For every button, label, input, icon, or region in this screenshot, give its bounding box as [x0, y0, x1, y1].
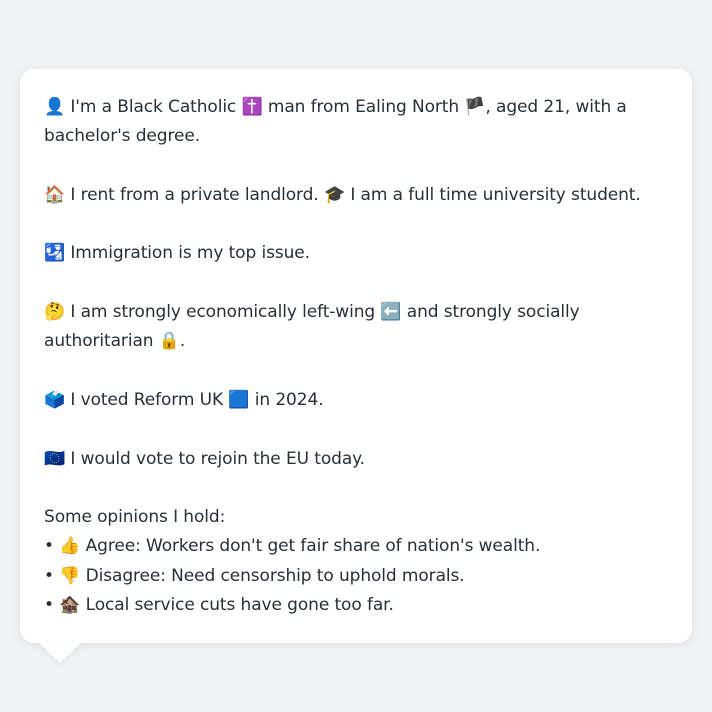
vote-paragraph: 🗳️ I voted Reform UK 🟦 in 2024.: [44, 386, 672, 415]
vote-text-a: I voted Reform UK: [70, 389, 224, 410]
politics-text-c: .: [179, 331, 186, 352]
issue-text: Immigration is my top issue.: [70, 243, 310, 264]
opinion-text: Disagree: Need censorship to uphold mora…: [85, 565, 465, 586]
list-item: • 👍 Agree: Workers don't get fair share …: [44, 532, 672, 561]
list-item: • 👎 Disagree: Need censorship to uphold …: [44, 562, 672, 591]
opinions-section: Some opinions I hold: • 👍 Agree: Workers…: [44, 503, 672, 620]
list-item: • 🏚️ Local service cuts have gone too fa…: [44, 591, 672, 620]
bullet: •: [44, 565, 54, 586]
persona-message-bubble: 👤 I'm a Black Catholic ✝️ man from Ealin…: [20, 69, 692, 643]
ballot-box-icon: 🗳️: [44, 389, 66, 410]
bio-text-b: man from Ealing North: [267, 97, 460, 117]
opinion-text: Agree: Workers don't get fair share of n…: [85, 536, 541, 557]
graduation-cap-icon: 🎓: [323, 184, 346, 205]
bio-paragraph: 👤 I'm a Black Catholic ✝️ man from Ealin…: [44, 93, 672, 152]
housing-text-b: I am a full time university student.: [350, 184, 641, 205]
eu-text: I would vote to rejoin the EU today.: [70, 448, 365, 469]
housing-paragraph: 🏠 I rent from a private landlord. 🎓 I am…: [44, 181, 672, 210]
bullet: •: [44, 595, 54, 616]
thumbs-down-icon: 👎: [59, 565, 81, 586]
house-icon: 🏠: [44, 184, 66, 205]
england-flag-icon: 🏴: [464, 97, 486, 117]
eu-paragraph: 🇪🇺 I would vote to rejoin the EU today.: [44, 445, 672, 474]
opinion-text: Local service cuts have gone too far.: [85, 595, 394, 616]
thinking-face-icon: 🤔: [44, 302, 66, 323]
issue-paragraph: 🛂 Immigration is my top issue.: [44, 239, 672, 268]
opinions-list: • 👍 Agree: Workers don't get fair share …: [44, 532, 672, 620]
bullet: •: [44, 536, 54, 557]
politics-paragraph: 🤔 I am strongly economically left-wing ⬅…: [44, 298, 672, 357]
opinions-heading: Some opinions I hold:: [44, 507, 226, 528]
politics-text-a: I am strongly economically left-wing: [70, 302, 376, 323]
eu-flag-icon: 🇪🇺: [44, 448, 66, 469]
person-icon: 👤: [44, 97, 66, 117]
bubble-tail: [38, 642, 82, 663]
blue-square-icon: 🟦: [228, 389, 250, 410]
cross-icon: ✝️: [241, 97, 263, 117]
bio-text-a: I'm a Black Catholic: [70, 97, 237, 117]
derelict-house-icon: 🏚️: [59, 595, 81, 616]
vote-text-b: in 2024.: [254, 389, 324, 410]
lock-icon: 🔒: [158, 331, 180, 352]
thumbs-up-icon: 👍: [59, 536, 81, 557]
passport-control-icon: 🛂: [44, 243, 66, 264]
housing-text-a: I rent from a private landlord.: [70, 184, 319, 205]
left-arrow-icon: ⬅️: [380, 302, 402, 323]
